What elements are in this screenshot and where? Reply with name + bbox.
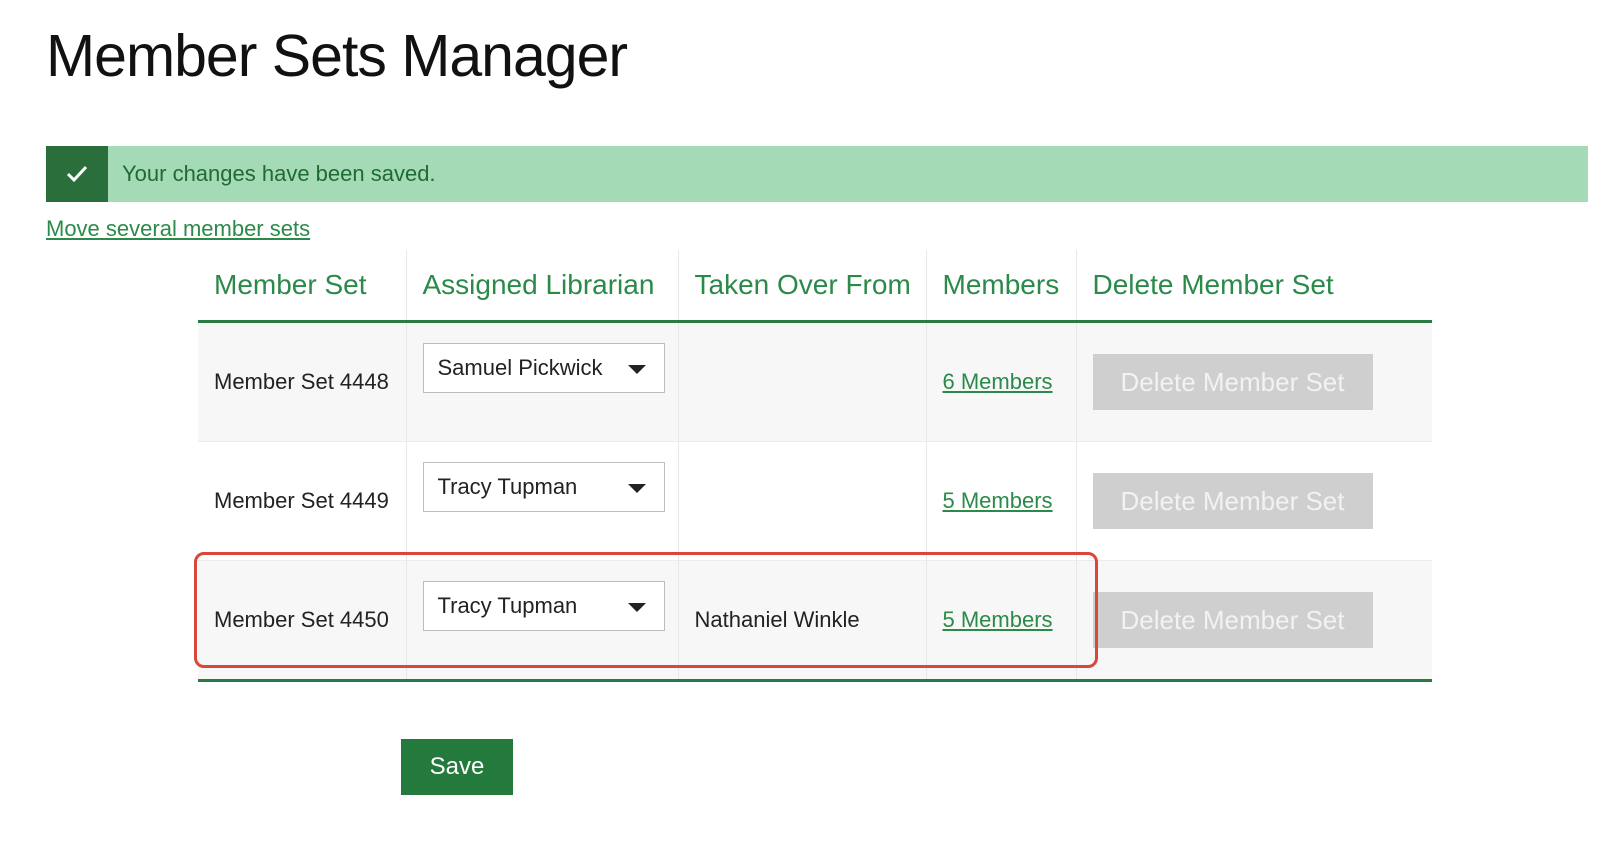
- delete-cell: Delete Member Set: [1075, 321, 1432, 442]
- table-row: Member Set 4450 Tracy Tupman Nathaniel W…: [198, 560, 1432, 682]
- header-taken-over-from: Taken Over From: [677, 250, 926, 323]
- header-members: Members: [925, 250, 1076, 323]
- header-assigned-librarian: Assigned Librarian: [405, 250, 678, 323]
- success-alert: Your changes have been saved.: [46, 146, 1588, 202]
- members-cell: 5 Members: [925, 441, 1076, 561]
- delete-cell: Delete Member Set: [1075, 560, 1432, 682]
- check-icon: [46, 146, 108, 202]
- alert-message: Your changes have been saved.: [122, 161, 436, 186]
- members-link[interactable]: 6 Members: [943, 369, 1053, 394]
- members-link[interactable]: 5 Members: [943, 607, 1053, 632]
- taken-over-from: [677, 321, 926, 442]
- librarian-select[interactable]: Tracy Tupman: [422, 581, 665, 631]
- delete-member-set-button[interactable]: Delete Member Set: [1092, 592, 1373, 648]
- librarian-select[interactable]: Samuel Pickwick: [422, 343, 665, 393]
- librarian-cell: Tracy Tupman: [405, 560, 678, 682]
- member-set-name: Member Set 4450: [198, 560, 406, 682]
- header-member-set: Member Set: [198, 250, 406, 323]
- table-row: Member Set 4448 Samuel Pickwick 6 Member…: [198, 321, 1432, 442]
- delete-cell: Delete Member Set: [1075, 441, 1432, 561]
- librarian-select-value: Tracy Tupman: [437, 474, 578, 499]
- members-link[interactable]: 5 Members: [943, 488, 1053, 513]
- librarian-select-value: Tracy Tupman: [437, 593, 578, 618]
- taken-over-from: [677, 441, 926, 561]
- chevron-down-icon: [627, 603, 646, 612]
- delete-member-set-button[interactable]: Delete Member Set: [1092, 473, 1373, 529]
- table-row: Member Set 4449 Tracy Tupman 5 Members D…: [198, 441, 1432, 561]
- members-cell: 6 Members: [925, 321, 1076, 442]
- librarian-select[interactable]: Tracy Tupman: [422, 462, 665, 512]
- member-sets-table: Member Set Assigned Librarian Taken Over…: [198, 250, 1432, 682]
- librarian-select-value: Samuel Pickwick: [437, 355, 603, 380]
- page-title: Member Sets Manager: [46, 23, 628, 89]
- taken-over-from: Nathaniel Winkle: [677, 560, 926, 682]
- member-set-name: Member Set 4449: [198, 441, 406, 561]
- chevron-down-icon: [627, 365, 646, 374]
- save-button[interactable]: Save: [401, 739, 513, 795]
- members-cell: 5 Members: [925, 560, 1076, 682]
- header-delete-member-set: Delete Member Set: [1075, 250, 1432, 323]
- table-header-row: Member Set Assigned Librarian Taken Over…: [198, 250, 1432, 323]
- chevron-down-icon: [627, 484, 646, 493]
- delete-member-set-button[interactable]: Delete Member Set: [1092, 354, 1373, 410]
- member-set-name: Member Set 4448: [198, 321, 406, 442]
- librarian-cell: Samuel Pickwick: [405, 321, 678, 442]
- librarian-cell: Tracy Tupman: [405, 441, 678, 561]
- move-several-link[interactable]: Move several member sets: [46, 216, 310, 242]
